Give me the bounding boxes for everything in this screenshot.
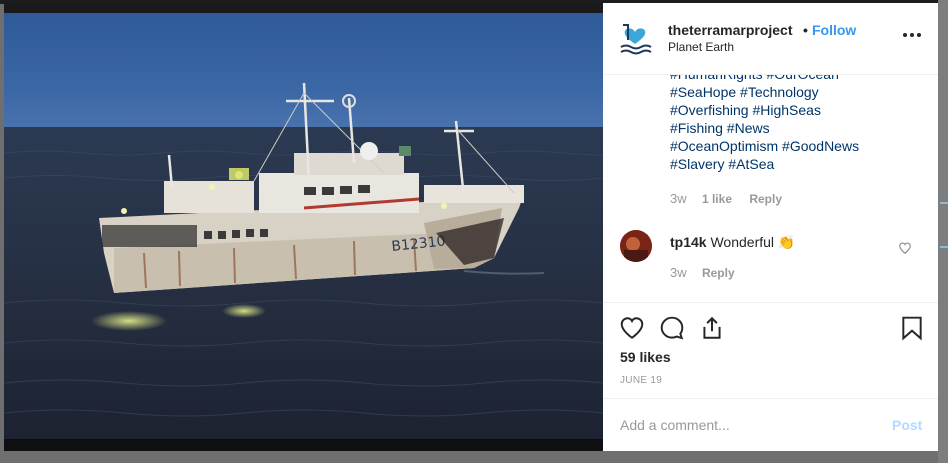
caption-hashtags: #HumanRights #OurOcean #SeaHope #Technol…	[670, 75, 920, 173]
comment-body: tp14k Wonderful 👏	[670, 234, 795, 251]
hashtag-line[interactable]: #SeaHope #Technology	[670, 83, 920, 101]
caption-likes[interactable]: 1 like	[702, 192, 732, 206]
edge-mark	[940, 246, 948, 248]
separator-dot: •	[803, 22, 808, 38]
caption-reply-button[interactable]: Reply	[749, 192, 782, 206]
clapping-hands-emoji: 👏	[777, 234, 796, 250]
post-side-panel: theterramarproject • Follow Planet Earth…	[603, 3, 938, 451]
like-heart-icon[interactable]	[619, 315, 645, 341]
post-header: theterramarproject • Follow Planet Earth	[603, 3, 938, 75]
hashtag-line[interactable]: #HumanRights #OurOcean	[670, 75, 920, 83]
hashtag-line[interactable]: #Overfishing #HighSeas	[670, 101, 920, 119]
comment-age: 3w	[670, 265, 687, 280]
commenter-avatar[interactable]	[620, 230, 652, 262]
hashtag-line[interactable]: #Slavery #AtSea	[670, 155, 920, 173]
share-icon[interactable]	[699, 315, 725, 341]
likes-count[interactable]: 59 likes	[620, 349, 671, 365]
fishing-vessel-photo: B12310	[4, 3, 603, 451]
terramar-logo-avatar[interactable]	[617, 20, 653, 56]
caption-age: 3w	[670, 191, 687, 206]
add-comment-input[interactable]	[620, 415, 880, 435]
comment-bubble-icon[interactable]	[659, 315, 685, 341]
commenter-username[interactable]: tp14k	[670, 234, 707, 250]
comment-reply-button[interactable]: Reply	[702, 266, 735, 280]
comment-like-heart-icon[interactable]	[898, 241, 912, 255]
post-username[interactable]: theterramarproject	[668, 22, 793, 38]
caption-meta: 3w 1 like Reply	[670, 191, 782, 207]
post-location[interactable]: Planet Earth	[668, 40, 734, 54]
post-actions: 59 likes JUNE 19	[603, 303, 938, 399]
right-strip	[938, 0, 948, 463]
hashtag-line[interactable]: #Fishing #News	[670, 119, 920, 137]
comment-text: Wonderful	[710, 234, 775, 250]
follow-button[interactable]: Follow	[812, 22, 856, 38]
comments-list[interactable]: #HumanRights #OurOcean #SeaHope #Technol…	[603, 75, 938, 303]
edge-mark	[940, 202, 948, 204]
more-options-icon[interactable]	[903, 33, 923, 39]
hashtag-line[interactable]: #OceanOptimism #GoodNews	[670, 137, 920, 155]
add-comment-bar: Post	[603, 399, 938, 451]
post-comment-button[interactable]: Post	[892, 417, 922, 433]
post-photo[interactable]: B12310	[4, 3, 603, 451]
post-date: JUNE 19	[620, 375, 663, 386]
comment-meta: 3w Reply	[670, 265, 735, 281]
save-bookmark-icon[interactable]	[899, 315, 925, 341]
